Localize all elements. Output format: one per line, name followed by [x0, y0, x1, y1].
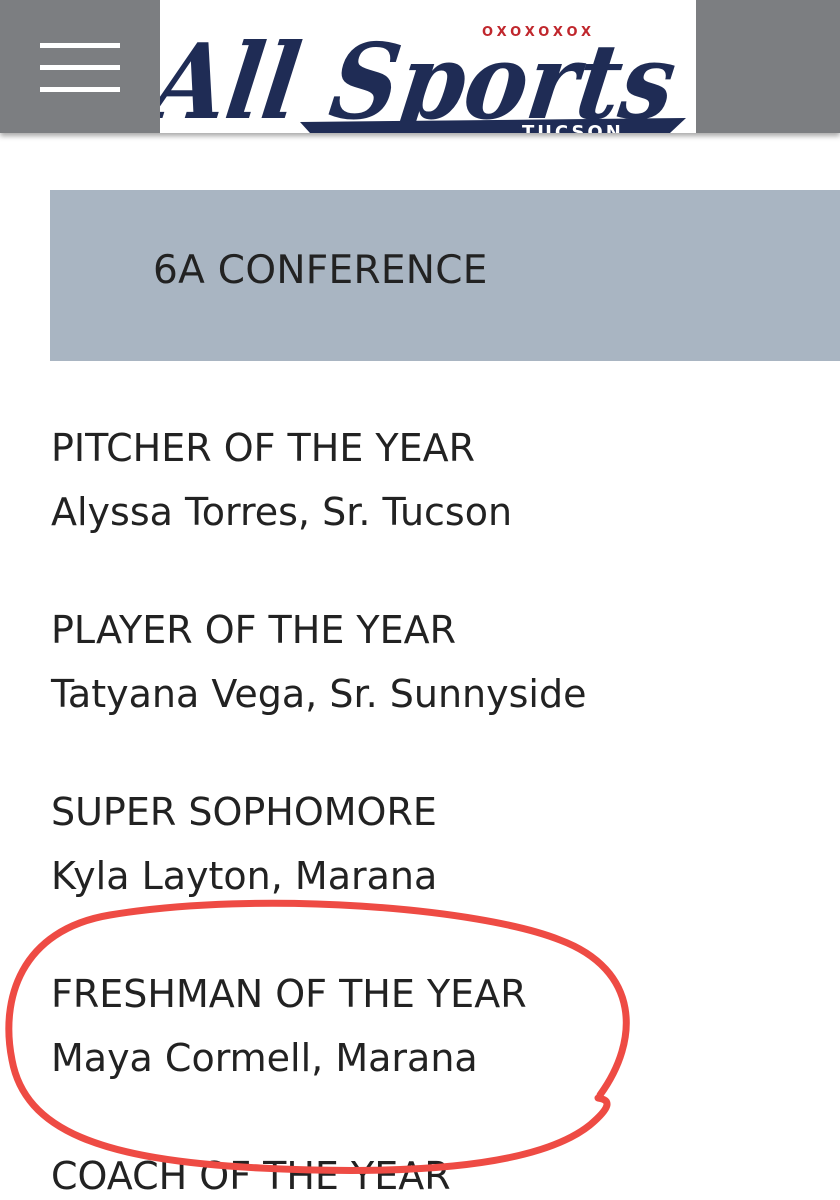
- award-title: PLAYER OF THE YEAR: [51, 608, 457, 652]
- award-coach: COACH OF THE YEAR: [51, 1152, 451, 1200]
- hamburger-menu-icon[interactable]: [40, 43, 120, 93]
- site-logo[interactable]: OXOXOXOX All Sports TUCSON: [160, 0, 696, 133]
- site-header: OXOXOXOX All Sports TUCSON: [0, 0, 840, 133]
- page: OXOXOXOX All Sports TUCSON 6A CONFERENCE…: [0, 0, 840, 1200]
- conference-banner: 6A CONFERENCE: [50, 190, 840, 361]
- award-winner: Alyssa Torres, Sr. Tucson: [51, 490, 513, 534]
- award-title: COACH OF THE YEAR: [51, 1154, 451, 1198]
- award-freshman: FRESHMAN OF THE YEAR Maya Cormell, Maran…: [51, 970, 527, 1082]
- conference-title: 6A CONFERENCE: [153, 248, 488, 293]
- award-title: PITCHER OF THE YEAR: [51, 426, 476, 470]
- award-winner: Tatyana Vega, Sr. Sunnyside: [51, 672, 587, 716]
- logo-brand-text: All Sports: [160, 20, 683, 133]
- award-player: PLAYER OF THE YEAR Tatyana Vega, Sr. Sun…: [51, 606, 586, 718]
- award-winner: Kyla Layton, Marana: [51, 854, 438, 898]
- award-title: SUPER SOPHOMORE: [51, 790, 437, 834]
- award-winner: Maya Cormell, Marana: [51, 1036, 478, 1080]
- award-title: FRESHMAN OF THE YEAR: [51, 972, 527, 1016]
- award-sophomore: SUPER SOPHOMORE Kyla Layton, Marana: [51, 788, 437, 900]
- award-pitcher: PITCHER OF THE YEAR Alyssa Torres, Sr. T…: [51, 424, 512, 536]
- logo-sub-text: TUCSON: [522, 122, 624, 133]
